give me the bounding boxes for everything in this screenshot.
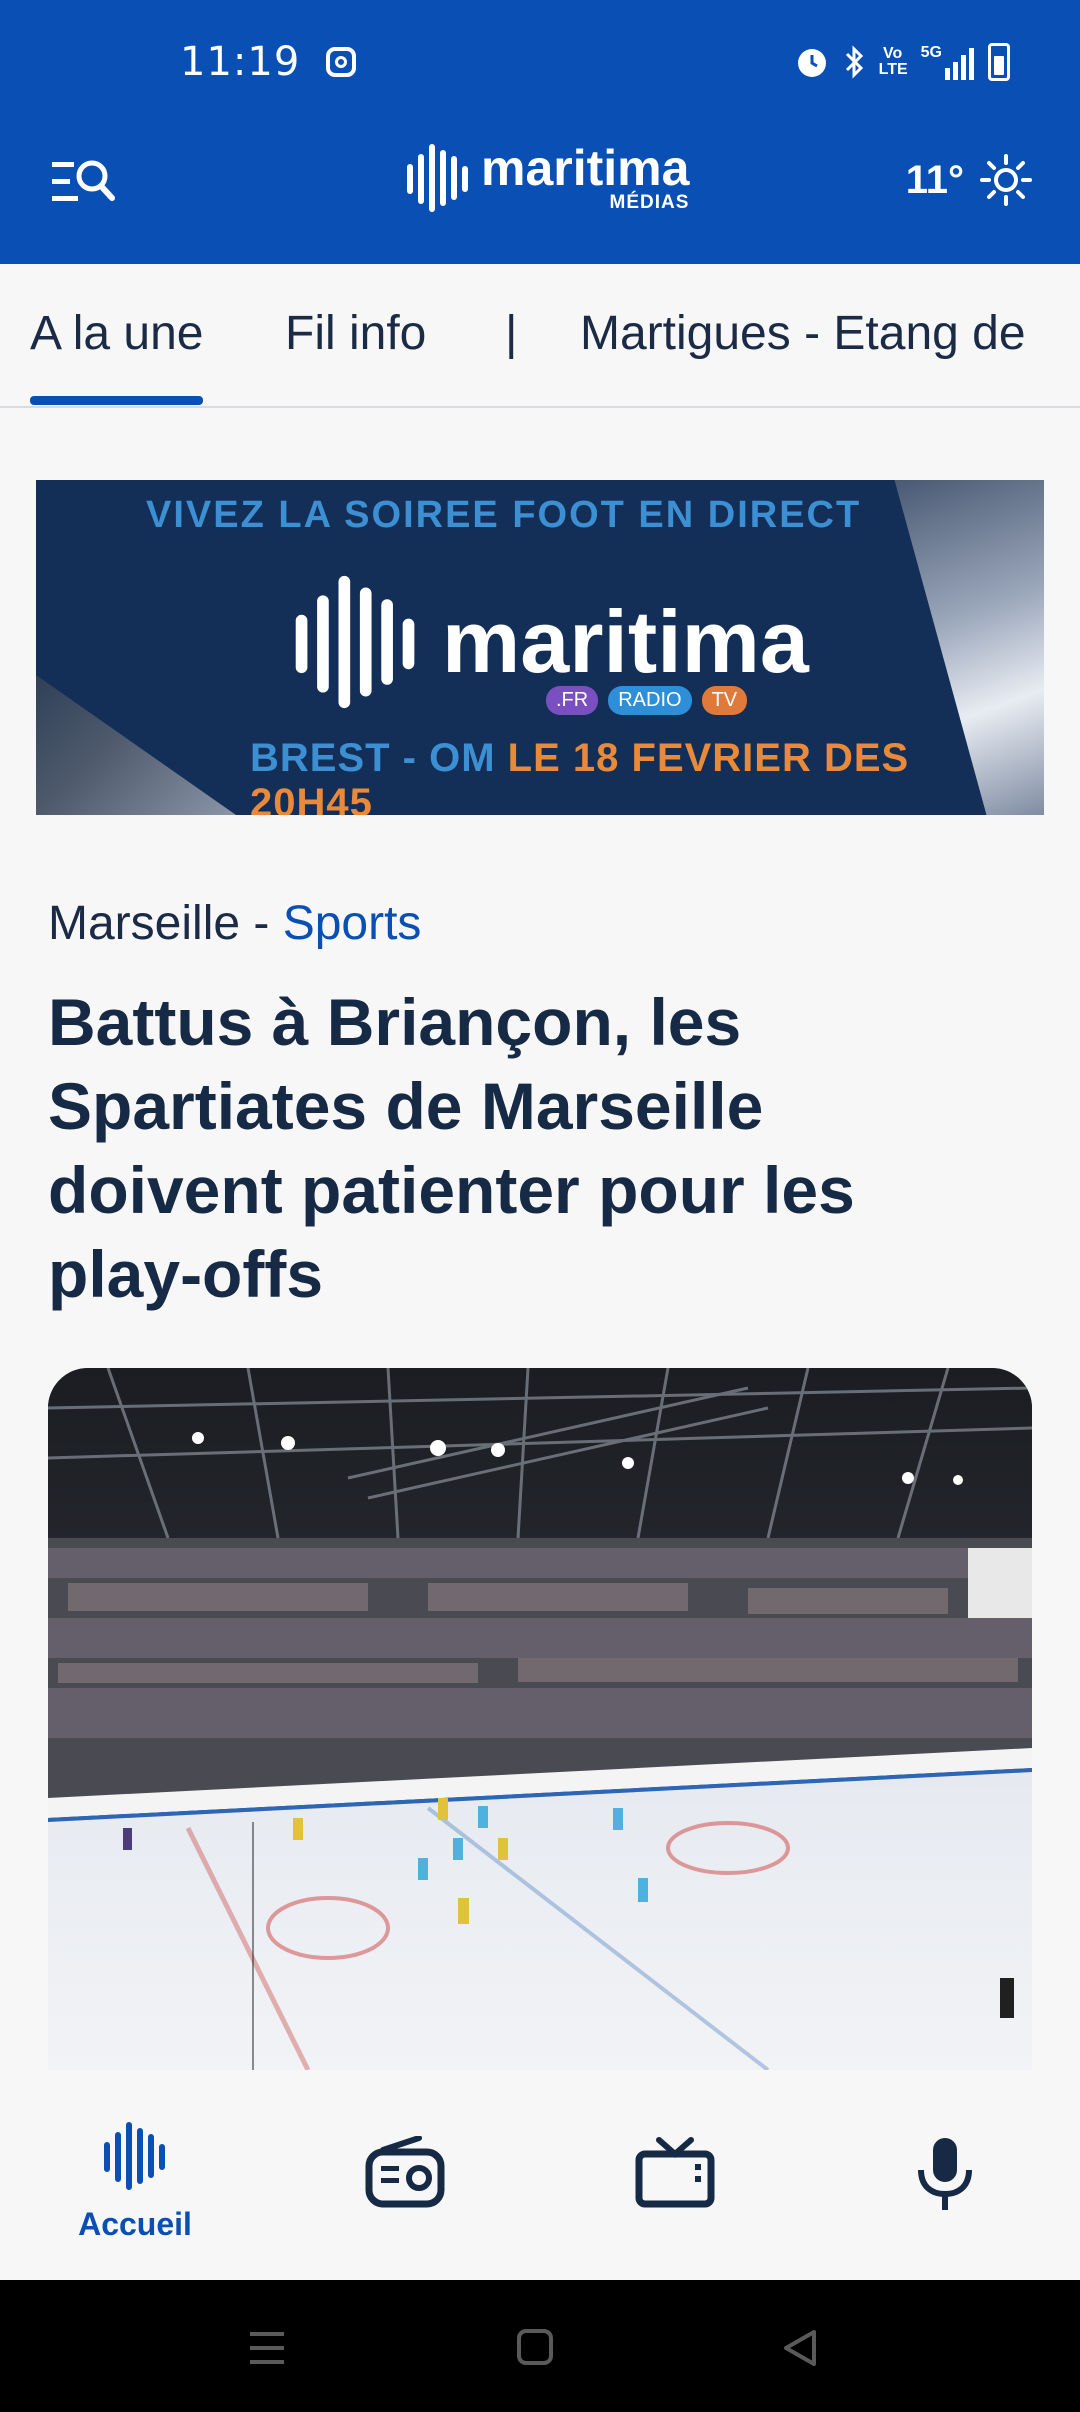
- ice-rink-photo: [48, 1368, 1032, 2070]
- home-icon[interactable]: [516, 2328, 554, 2366]
- nav-radio[interactable]: [320, 2136, 490, 2208]
- battery-icon: [988, 43, 1010, 81]
- maritima-wave-icon: [407, 144, 468, 212]
- back-icon[interactable]: [780, 2328, 820, 2368]
- ad-pill-radio: RADIO: [608, 686, 692, 715]
- recents-icon[interactable]: [248, 2330, 286, 2366]
- weather-widget[interactable]: 11°: [906, 154, 1032, 206]
- article-location: Marseille -: [48, 897, 283, 950]
- ad-pills: .FR RADIO TV: [546, 686, 748, 715]
- status-time: 11:19: [180, 39, 301, 85]
- article-kicker: Marseille - Sports: [48, 896, 421, 951]
- weather-sun-icon: [980, 154, 1032, 206]
- tab-a-la-une[interactable]: A la une: [30, 306, 204, 405]
- tab-separator: |: [505, 307, 518, 360]
- section-tabs: A la une Fil info | Martigues - Etang de: [0, 264, 1080, 408]
- volte-icon: Vo LTE: [878, 45, 908, 78]
- temperature: 11°: [905, 157, 964, 202]
- ad-banner[interactable]: VIVEZ LA SOIREE FOOT EN DIRECT maritima …: [36, 480, 1044, 815]
- ad-pill-fr: .FR: [546, 686, 599, 715]
- article-category-link[interactable]: Sports: [283, 897, 422, 950]
- network-type: 5G: [920, 44, 942, 61]
- brand-name: maritima: [481, 140, 690, 196]
- status-icons: Vo LTE 5G: [795, 43, 1010, 81]
- ad-stadium-left: [36, 675, 236, 815]
- article-title[interactable]: Battus à Briançon, les Spartiates de Mar…: [48, 980, 1008, 1316]
- bluetooth-icon: [845, 45, 863, 79]
- ad-brand: maritima: [442, 592, 809, 691]
- status-bar: 11:19 Vo LTE 5G: [180, 34, 1010, 90]
- bottom-navigation: Accueil: [0, 2070, 1080, 2280]
- maritima-wave-icon: [104, 2122, 165, 2190]
- alarm-icon: [797, 49, 826, 77]
- menu-search-icon[interactable]: [52, 158, 116, 206]
- ad-headline: VIVEZ LA SOIREE FOOT EN DIRECT: [146, 494, 862, 536]
- ad-match-teams: BREST - OM: [250, 736, 508, 780]
- system-navigation-bar: [0, 2280, 1080, 2412]
- screen: 11:19 Vo LTE 5G maritima MÉDIAS 11° A la…: [0, 0, 1080, 2412]
- microphone-icon: [918, 2138, 972, 2210]
- tab-fil-info[interactable]: Fil info: [285, 306, 426, 361]
- tv-icon: [635, 2137, 715, 2208]
- ad-pill-tv: TV: [701, 686, 748, 715]
- 5g-signal-icon: 5G: [921, 44, 974, 80]
- maritima-wave-icon: [295, 575, 415, 709]
- article-image[interactable]: [48, 1368, 1032, 2070]
- maritima-logo[interactable]: maritima MÉDIAS: [405, 142, 689, 222]
- nav-tv[interactable]: [590, 2136, 760, 2208]
- tab-martigues[interactable]: Martigues - Etang de: [580, 306, 1026, 361]
- nav-accueil[interactable]: Accueil: [50, 2120, 220, 2243]
- brand-subtitle: MÉDIAS: [609, 192, 690, 213]
- nav-accueil-label: Accueil: [78, 2206, 192, 2242]
- app-bar: maritima MÉDIAS 11°: [0, 130, 1080, 240]
- app-header: 11:19 Vo LTE 5G maritima MÉDIAS 11°: [0, 0, 1080, 264]
- instagram-icon: [326, 47, 357, 77]
- nav-podcast[interactable]: [860, 2136, 1030, 2212]
- ad-match-line: BREST - OM LE 18 FEVRIER DES 20H45: [250, 736, 1044, 815]
- radio-icon: [365, 2136, 445, 2208]
